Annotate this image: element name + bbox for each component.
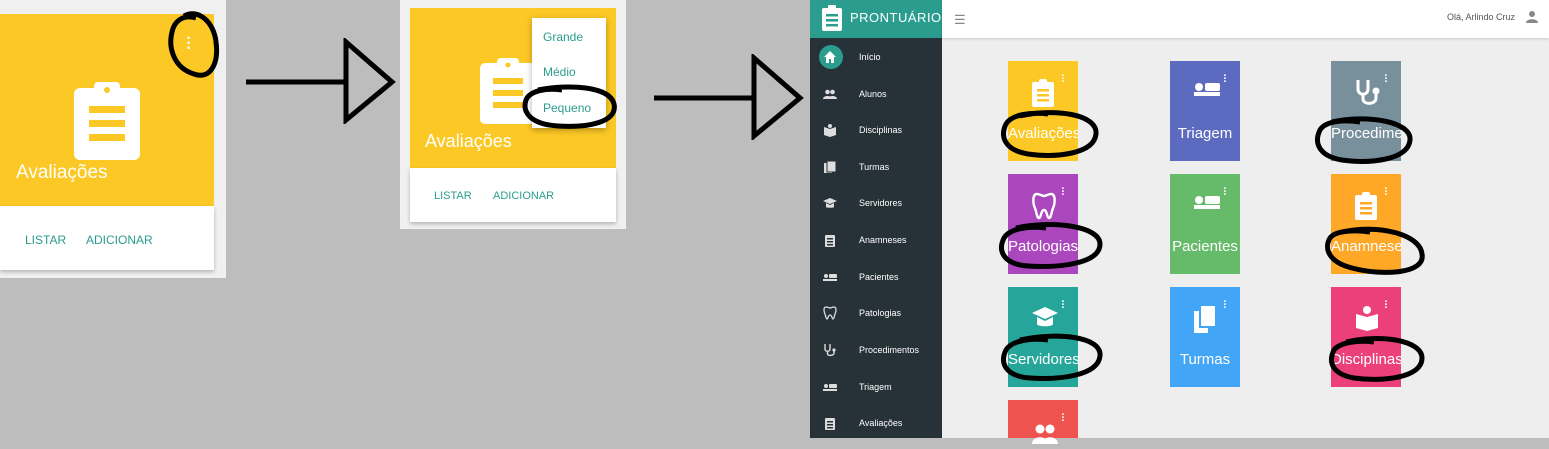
listar-button[interactable]: LISTAR [434,190,472,202]
clipboard-icon [1032,79,1054,112]
sidebar-item-alunos[interactable]: Alunos [810,76,942,112]
clipboard-icon [74,82,140,160]
menu-item-medio[interactable]: Médio [543,65,576,79]
graduation-cap-icon [823,198,837,208]
bed-icon [1194,79,1220,104]
stethoscope-icon [1355,79,1381,112]
sidebar-item-label: Procedimentos [859,345,920,355]
sidebar-item-label: Alunos [859,89,887,99]
card-title: Avaliações [425,131,512,151]
book-icon [824,124,836,137]
tooth-icon [1032,192,1056,225]
sidebar-item-label: Turmas [859,162,890,172]
bed-icon [1194,192,1220,217]
more-vert-icon[interactable]: · · · [1223,297,1227,314]
tile-label: Anamnese [1331,238,1401,255]
bed-icon [823,274,837,281]
sidebar-item-label: Servidores [859,198,903,208]
stethoscope-icon [824,344,836,357]
tile-avaliacoes[interactable]: · · · Avaliações [1008,61,1078,161]
menu-item-pequeno[interactable]: Pequeno [543,101,591,115]
more-vert-icon[interactable]: · · · [1223,71,1227,88]
sidebar-item-label: Patologias [859,308,902,318]
brand-bar: PRONTUÁRIO [810,0,942,38]
clipboard-icon [825,235,835,247]
graduation-cap-icon [1032,305,1058,334]
card-size-menu-preview: Avaliações LISTAR ADICIONAR Grande Médio… [400,0,626,229]
sidebar-item-anamneses[interactable]: Anamneses [810,222,942,258]
tile-label: Procedime [1331,125,1401,142]
sidebar-item-label: Triagem [859,382,892,392]
tile-label: Avaliações [1008,125,1078,142]
sidebar-item-label: Disciplinas [859,125,903,135]
tile-procedime[interactable]: · · · Procedime [1331,61,1401,161]
listar-button[interactable]: LISTAR [25,233,66,247]
top-bar: ☰ Olá, Arlindo Cruz [942,0,1549,38]
books-icon [1194,304,1217,338]
tile-label: Servidores [1008,351,1078,368]
tile-anamnese[interactable]: · · · Anamnese [1331,174,1401,274]
sidebar-item-avaliacoes[interactable]: Avaliações [810,405,942,441]
large-card-preview: · · · Avaliações LISTAR ADICIONAR [0,0,226,278]
bed-icon [823,384,837,391]
tile-label: Disciplinas [1331,351,1401,368]
tile-item-9[interactable]: · · · [1008,400,1078,444]
size-menu: Grande Médio Pequeno [532,18,606,128]
sidebar-item-label: Pacientes [859,272,899,282]
home-icon [824,51,836,63]
clipboard-icon [1355,192,1377,225]
sidebar-item-disciplinas[interactable]: Disciplinas [810,112,942,148]
tile-label: Turmas [1179,351,1231,368]
more-vert-icon[interactable]: · · · [184,31,194,57]
clipboard-icon [480,58,536,124]
tile-turmas[interactable]: · · · Turmas [1170,287,1240,387]
arrow-right-icon [246,38,396,124]
sidebar-item-label: Início [859,52,881,62]
sidebar-item-servidores[interactable]: Servidores [810,185,942,221]
more-vert-icon[interactable]: · · · [1061,297,1065,314]
sidebar-item-triagem[interactable]: Triagem [810,369,942,405]
more-vert-icon[interactable]: · · · [1223,184,1227,201]
tile-patologias[interactable]: · · · Patologias [1008,174,1078,274]
more-vert-icon[interactable]: · · · [1061,184,1065,201]
tile-triagem[interactable]: · · · Triagem [1170,61,1240,161]
people-icon [823,89,837,99]
tile-disciplinas[interactable]: · · · Disciplinas [1331,287,1401,387]
books-icon [824,160,837,173]
menu-icon[interactable]: ☰ [954,12,966,28]
sidebar-item-procedimentos[interactable]: Procedimentos [810,332,942,368]
tile-servidores[interactable]: · · · Servidores [1008,287,1078,387]
more-vert-icon[interactable]: · · · [1384,297,1388,314]
sidebar-item-label: Avaliações [859,418,903,428]
more-vert-icon[interactable]: · · · [1384,71,1388,88]
sidebar-item-inicio[interactable]: Início [810,39,942,75]
card-title: Avaliações [16,162,108,183]
tile-pacientes[interactable]: · · · Pacientes [1170,174,1240,274]
sidebar: PRONTUÁRIO Início Alunos Disciplinas Tur… [810,0,942,438]
adicionar-button[interactable]: ADICIONAR [86,233,153,247]
clipboard-icon [825,418,835,430]
sidebar-item-patologias[interactable]: Patologias [810,295,942,331]
sidebar-item-label: Anamneses [859,235,907,245]
more-vert-icon[interactable]: · · · [1384,184,1388,201]
sidebar-item-pacientes[interactable]: Pacientes [810,259,942,295]
adicionar-button[interactable]: ADICIONAR [493,190,554,202]
arrow-right-icon [654,54,804,140]
sidebar-item-turmas[interactable]: Turmas [810,149,942,185]
more-vert-icon[interactable]: · · · [1061,71,1065,88]
menu-item-grande[interactable]: Grande [543,30,583,44]
app-screen: PRONTUÁRIO Início Alunos Disciplinas Tur… [810,0,1549,444]
more-vert-icon[interactable]: · · · [1061,410,1065,427]
people-icon [1032,422,1058,449]
book-icon [1355,305,1379,336]
tile-label: Triagem [1177,125,1233,142]
tile-label: Patologias [1008,238,1078,255]
user-icon[interactable] [1525,10,1539,24]
user-greeting: Olá, Arlindo Cruz [1446,12,1515,22]
tooth-icon [823,306,837,320]
clipboard-logo-icon [822,5,842,31]
app-title: PRONTUÁRIO [850,10,942,25]
tile-label: Pacientes [1172,238,1238,255]
